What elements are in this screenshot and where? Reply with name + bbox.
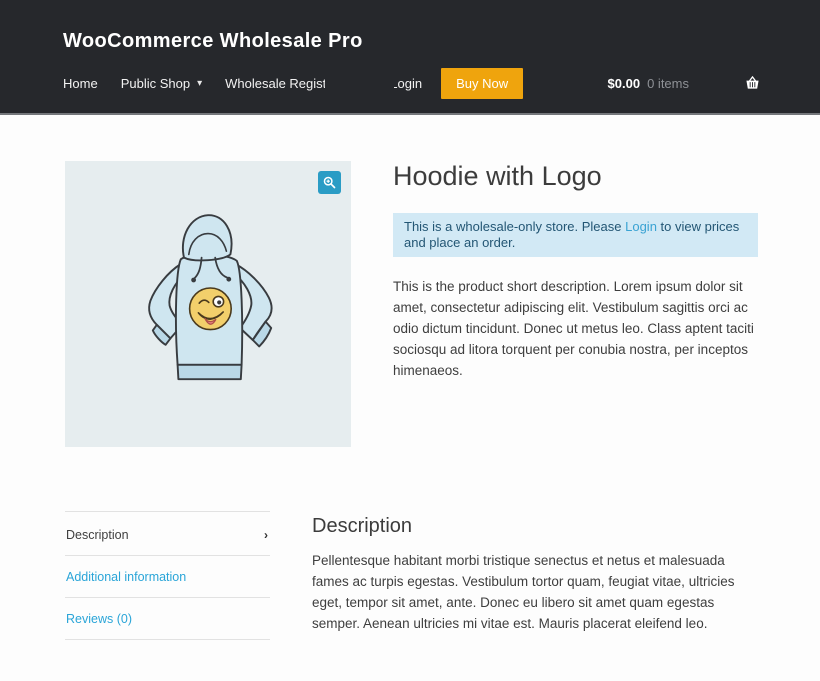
buy-now-button[interactable]: Buy Now (441, 68, 523, 99)
page-main: Hoodie with Logo This is a wholesale-onl… (0, 161, 820, 640)
main-nav: Home Public Shop▾ Wholesale Registration… (63, 68, 760, 98)
description-body: Pellentesque habitant morbi tristique se… (312, 550, 758, 634)
tab-additional-information[interactable]: Additional information (65, 556, 270, 598)
chevron-down-icon: ▾ (197, 78, 202, 89)
cart-total: $0.00 (608, 76, 641, 91)
product-section: Hoodie with Logo This is a wholesale-onl… (65, 161, 758, 447)
product-short-description: This is the product short description. L… (393, 276, 758, 381)
product-tabs: Description › Additional information Rev… (65, 511, 270, 640)
product-info: Hoodie with Logo This is a wholesale-onl… (393, 161, 758, 447)
cart-summary[interactable]: $0.00 0 items (608, 76, 689, 91)
tab-description-label: Description (66, 528, 129, 542)
cart-item-count: 0 items (647, 76, 689, 91)
nav-item-public-shop[interactable]: Public Shop▾ (121, 76, 202, 91)
wholesale-notice: This is a wholesale-only store. Please L… (393, 213, 758, 257)
basket-icon[interactable] (745, 76, 760, 90)
image-zoom-button[interactable] (318, 171, 341, 194)
nav-item-login[interactable]: Login (394, 76, 422, 91)
tab-reviews[interactable]: Reviews (0) (65, 598, 270, 640)
notice-login-link[interactable]: Login (625, 219, 657, 234)
magnifier-plus-icon (323, 176, 336, 189)
site-title[interactable]: WooCommerce Wholesale Pro (63, 0, 363, 54)
product-image[interactable] (65, 161, 351, 447)
product-details-section: Description › Additional information Rev… (65, 511, 758, 640)
hoodie-illustration (128, 208, 288, 400)
notice-text-before: This is a wholesale-only store. Please (404, 219, 625, 234)
tab-reviews-label: Reviews (0) (66, 612, 132, 626)
product-title: Hoodie with Logo (393, 161, 758, 191)
winking-emoji-logo (190, 288, 232, 330)
description-panel: Description Pellentesque habitant morbi … (312, 511, 758, 640)
nav-item-wholesale-registration[interactable]: Wholesale Registration (225, 76, 325, 91)
site-header: WooCommerce Wholesale Pro Home Public Sh… (0, 0, 820, 115)
tab-additional-information-label: Additional information (66, 570, 186, 584)
description-heading: Description (312, 514, 758, 538)
tab-description[interactable]: Description › (65, 512, 270, 556)
nav-item-home[interactable]: Home (63, 76, 98, 91)
chevron-right-icon: › (264, 529, 268, 541)
